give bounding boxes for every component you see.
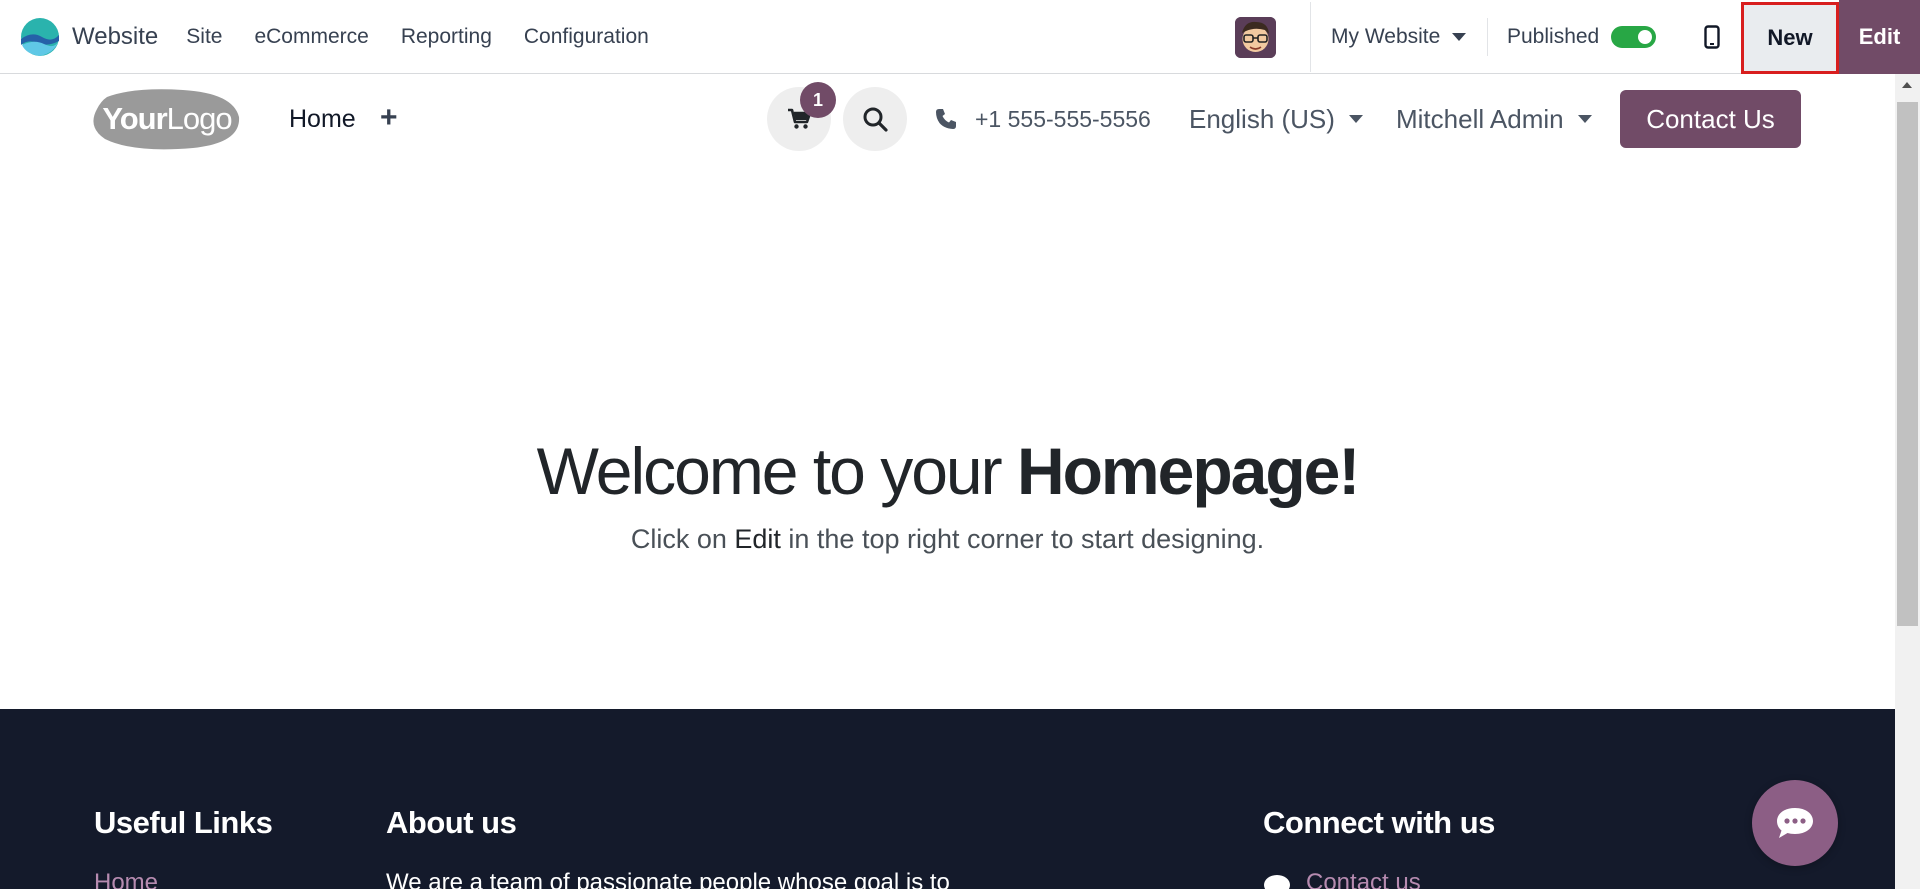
- page-scrollbar[interactable]: [1895, 74, 1920, 889]
- contact-us-button[interactable]: Contact Us: [1620, 90, 1801, 148]
- hero-title: Welcome to your Homepage!: [0, 433, 1895, 509]
- published-toggle[interactable]: [1611, 26, 1657, 48]
- user-name: Mitchell Admin: [1396, 103, 1564, 134]
- logo-text-logo: Logo: [166, 100, 233, 136]
- published-label: Published: [1507, 25, 1600, 48]
- hero-subtitle-after: in the top right corner to start designi…: [780, 524, 1265, 554]
- divider: [1310, 2, 1311, 72]
- admin-top-bar: Website Site eCommerce Reporting Configu…: [0, 0, 1920, 74]
- user-menu[interactable]: Mitchell Admin: [1396, 74, 1592, 164]
- website-switcher-label: My Website: [1331, 25, 1441, 48]
- footer-link-home[interactable]: Home: [94, 869, 158, 889]
- footer-about-text: We are a team of passionate people whose…: [386, 869, 950, 889]
- website-app-icon: [21, 17, 59, 56]
- hero-subtitle: Click on Edit in the top right corner to…: [0, 524, 1895, 555]
- language-label: English (US): [1189, 103, 1335, 134]
- chevron-down-icon: [1348, 115, 1363, 123]
- chat-icon: [1777, 808, 1813, 838]
- published-toggle-group: Published: [1507, 0, 1657, 74]
- phone-number: +1 555-555-5556: [975, 105, 1151, 132]
- new-button[interactable]: New: [1741, 2, 1839, 74]
- site-logo[interactable]: Your Logo: [93, 87, 241, 150]
- website-preview: Your Logo Home + 1 +1 555-555-5556 Engli…: [0, 74, 1895, 889]
- hero-subtitle-edit: Edit: [734, 524, 781, 554]
- mobile-preview-button[interactable]: [1690, 0, 1734, 74]
- user-avatar[interactable]: [1235, 17, 1276, 58]
- comment-icon: [1264, 875, 1290, 889]
- website-switcher[interactable]: My Website: [1331, 0, 1467, 74]
- site-header: Your Logo Home + 1 +1 555-555-5556 Engli…: [0, 74, 1895, 164]
- phone-icon: [936, 109, 956, 129]
- avatar-icon: [1235, 17, 1276, 58]
- divider: [1487, 18, 1488, 56]
- scroll-thumb[interactable]: [1897, 102, 1918, 626]
- menu-item-reporting[interactable]: Reporting: [385, 0, 508, 74]
- nav-home[interactable]: Home: [289, 74, 356, 164]
- footer-about-title: About us: [386, 805, 517, 840]
- hero-section: Welcome to your Homepage! Click on Edit …: [0, 164, 1895, 709]
- admin-menu: Site eCommerce Reporting Configuration: [170, 0, 665, 74]
- footer-connect-title: Connect with us: [1263, 805, 1495, 840]
- mobile-preview-icon: [1704, 25, 1720, 49]
- cart-count-badge: 1: [800, 82, 836, 118]
- site-footer: Useful Links Home About us We are a team…: [0, 709, 1895, 889]
- menu-item-ecommerce[interactable]: eCommerce: [238, 0, 384, 74]
- hero-title-bold: Homepage!: [1016, 434, 1360, 508]
- phone-link[interactable]: +1 555-555-5556: [935, 74, 1151, 164]
- live-chat-button[interactable]: [1752, 780, 1838, 866]
- add-menu-item-button[interactable]: +: [380, 74, 398, 164]
- scroll-up-arrow-icon[interactable]: [1902, 82, 1912, 88]
- app-brand[interactable]: Website: [20, 0, 158, 74]
- logo-text-your: Your: [102, 100, 167, 136]
- menu-item-site[interactable]: Site: [170, 0, 238, 74]
- search-button[interactable]: [843, 87, 907, 151]
- search-icon: [863, 107, 888, 132]
- hero-subtitle-before: Click on: [630, 524, 735, 554]
- language-selector[interactable]: English (US): [1189, 74, 1363, 164]
- edit-button[interactable]: Edit: [1839, 0, 1920, 74]
- footer-useful-links-title: Useful Links: [94, 805, 273, 840]
- hero-title-plain: Welcome to your: [536, 434, 1017, 508]
- app-name: Website: [72, 22, 159, 50]
- menu-item-configuration[interactable]: Configuration: [508, 0, 665, 74]
- footer-link-contact[interactable]: Contact us: [1306, 869, 1421, 889]
- chevron-down-icon: [1577, 115, 1592, 123]
- chevron-down-icon: [1452, 33, 1467, 41]
- logo-text: Your Logo: [93, 87, 241, 150]
